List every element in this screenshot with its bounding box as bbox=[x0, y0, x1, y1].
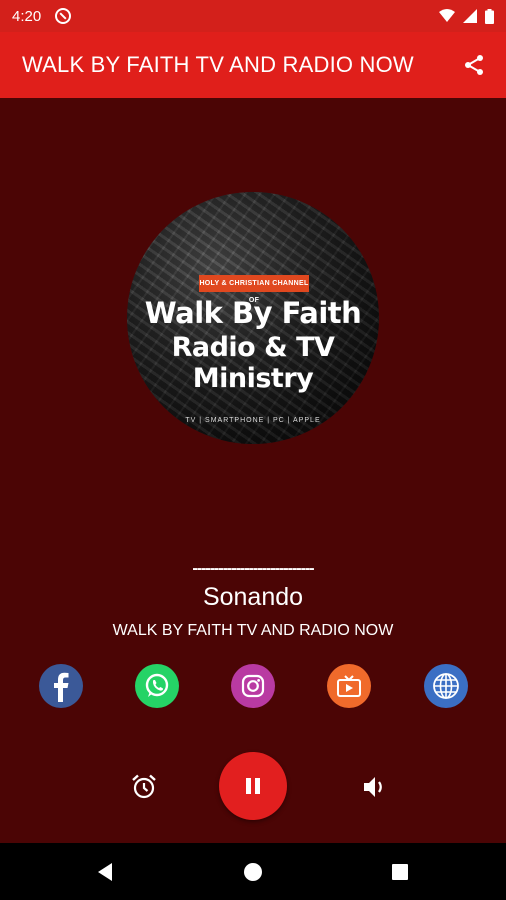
app-bar: WALK BY FAITH TV AND RADIO NOW bbox=[0, 32, 506, 98]
instagram-button[interactable] bbox=[231, 664, 275, 708]
social-links bbox=[0, 664, 506, 710]
battery-icon bbox=[485, 8, 494, 24]
logo-line1: Walk By Faith bbox=[144, 296, 362, 330]
status-time: 4:20 bbox=[12, 7, 42, 25]
status-icons bbox=[439, 8, 494, 24]
tv-button[interactable] bbox=[327, 664, 371, 708]
website-button[interactable] bbox=[424, 664, 468, 708]
instagram-icon bbox=[241, 674, 265, 698]
app-title: WALK BY FAITH TV AND RADIO NOW bbox=[22, 52, 414, 77]
system-navigation-bar bbox=[0, 843, 506, 900]
signal-icon bbox=[463, 9, 477, 23]
globe-icon bbox=[433, 673, 459, 699]
wifi-icon bbox=[439, 9, 455, 22]
share-icon[interactable] bbox=[462, 53, 486, 77]
pause-icon bbox=[246, 778, 260, 794]
facebook-icon bbox=[54, 672, 69, 702]
facebook-button[interactable] bbox=[39, 664, 83, 708]
home-icon[interactable] bbox=[242, 861, 264, 883]
tv-icon bbox=[337, 675, 361, 697]
logo-line2: Radio & TV Ministry bbox=[171, 332, 335, 394]
volume-icon[interactable] bbox=[360, 772, 390, 802]
status-bar: 4:20 bbox=[0, 0, 506, 32]
playback-status: Sonando bbox=[202, 583, 304, 611]
whatsapp-button[interactable] bbox=[135, 664, 179, 708]
playback-controls bbox=[0, 752, 506, 822]
station-name: WALK BY FAITH TV AND RADIO NOW bbox=[112, 622, 394, 639]
station-logo: HOLY & CHRISTIAN CHANNEL OF Walk By Fait… bbox=[127, 192, 379, 444]
back-icon[interactable] bbox=[94, 861, 116, 883]
track-metadata: ---------------------------- bbox=[192, 560, 314, 577]
pause-button[interactable] bbox=[219, 752, 287, 820]
do-not-disturb-icon bbox=[55, 8, 72, 24]
alarm-icon[interactable] bbox=[129, 772, 159, 802]
logo-footer: TV | SMARTPHONE | PC | APPLE bbox=[185, 417, 321, 424]
recents-icon[interactable] bbox=[389, 861, 411, 883]
whatsapp-icon bbox=[145, 673, 169, 697]
logo-banner: HOLY & CHRISTIAN CHANNEL OF bbox=[199, 275, 309, 304]
player-screen: HOLY & CHRISTIAN CHANNEL OF Walk By Fait… bbox=[0, 98, 506, 843]
